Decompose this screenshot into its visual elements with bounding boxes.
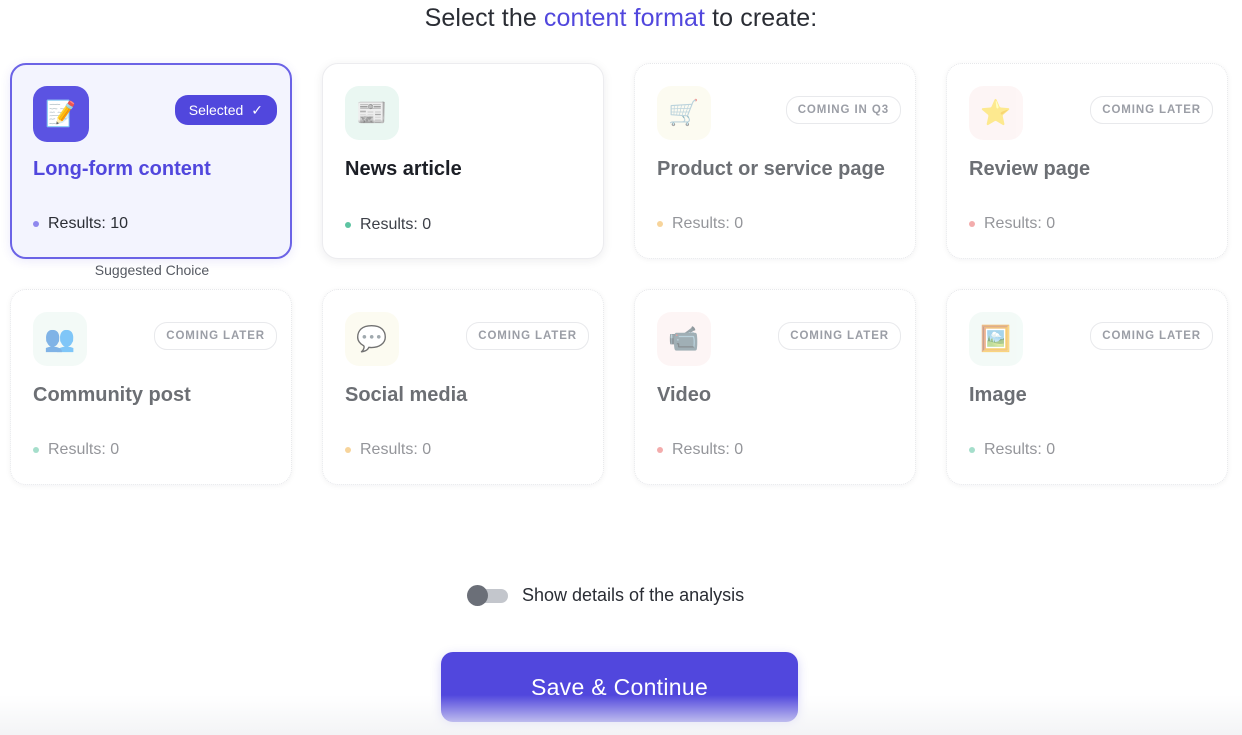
format-card-review-page: ⭐ Coming later Review page Results: 0 [946,63,1228,259]
video-camera-icon: 📹 [657,312,711,366]
results-count: Results: 0 [657,215,743,233]
coming-later-badge: Coming later [778,322,901,350]
card-title: Long-form content [33,158,211,180]
star-icon: ⭐ [969,86,1023,140]
coming-later-badge: Coming later [1090,322,1213,350]
format-card-product-page: 🛒 Coming in Q3 Product or service page R… [634,63,916,259]
format-card-community-post: 👥 Coming later Community post Results: 0 [10,289,292,485]
picture-icon: 🖼️ [969,312,1023,366]
coming-later-badge: Coming later [466,322,589,350]
card-title: Image [969,384,1027,406]
format-card-video: 📹 Coming later Video Results: 0 [634,289,916,485]
heading-accent: content format [543,4,706,32]
coming-later-badge: Coming later [154,322,277,350]
people-icon: 👥 [33,312,87,366]
coming-soon-badge: Coming in Q3 [785,96,901,124]
analysis-details-toggle-row: Show details of the analysis [467,584,744,606]
toggle-knob [467,585,488,606]
newspaper-icon: 📰 [345,86,399,140]
heading-suffix: to create: [705,4,818,32]
card-title: Product or service page [657,158,885,180]
status-dot [657,221,663,227]
results-count: Results: 0 [345,216,431,234]
results-count: Results: 0 [969,441,1055,459]
format-card-image: 🖼️ Coming later Image Results: 0 [946,289,1228,485]
results-count: Results: 0 [345,441,431,459]
shopping-cart-icon: 🛒 [657,86,711,140]
format-card-news-article[interactable]: 📰 News article Results: 0 [322,63,604,259]
results-count: Results: 10 [33,215,128,233]
format-card-long-form[interactable]: 📝 Selected ✓ Long-form content Results: 1… [10,63,292,259]
status-dot [33,447,39,453]
heading-prefix: Select the [424,4,544,32]
suggested-choice-label: Suggested Choice [94,262,210,278]
memo-icon: 📝 [33,86,89,142]
results-count: Results: 0 [969,215,1055,233]
status-dot [969,221,975,227]
card-title: Social media [345,384,468,406]
coming-later-badge: Coming later [1090,96,1213,124]
status-dot [969,447,975,453]
analysis-details-toggle[interactable] [467,584,508,606]
status-dot [345,447,351,453]
status-dot [33,221,39,227]
card-title: Video [657,384,712,406]
results-count: Results: 0 [33,441,119,459]
card-title: Community post [33,384,191,406]
status-dot [345,222,351,228]
save-continue-button[interactable]: Save & Continue [441,652,798,722]
checkmark-icon: ✓ [251,101,263,118]
page-heading: Select the content format to create: [0,4,1242,33]
format-card-social-media: 💬 Coming later Social media Results: 0 [322,289,604,485]
results-count: Results: 0 [657,441,743,459]
card-title: Review page [969,158,1091,180]
card-title: News article [345,158,462,180]
speech-bubble-icon: 💬 [345,312,399,366]
selected-badge: Selected ✓ [174,95,277,125]
status-dot [657,447,663,453]
toggle-label: Show details of the analysis [522,584,745,605]
